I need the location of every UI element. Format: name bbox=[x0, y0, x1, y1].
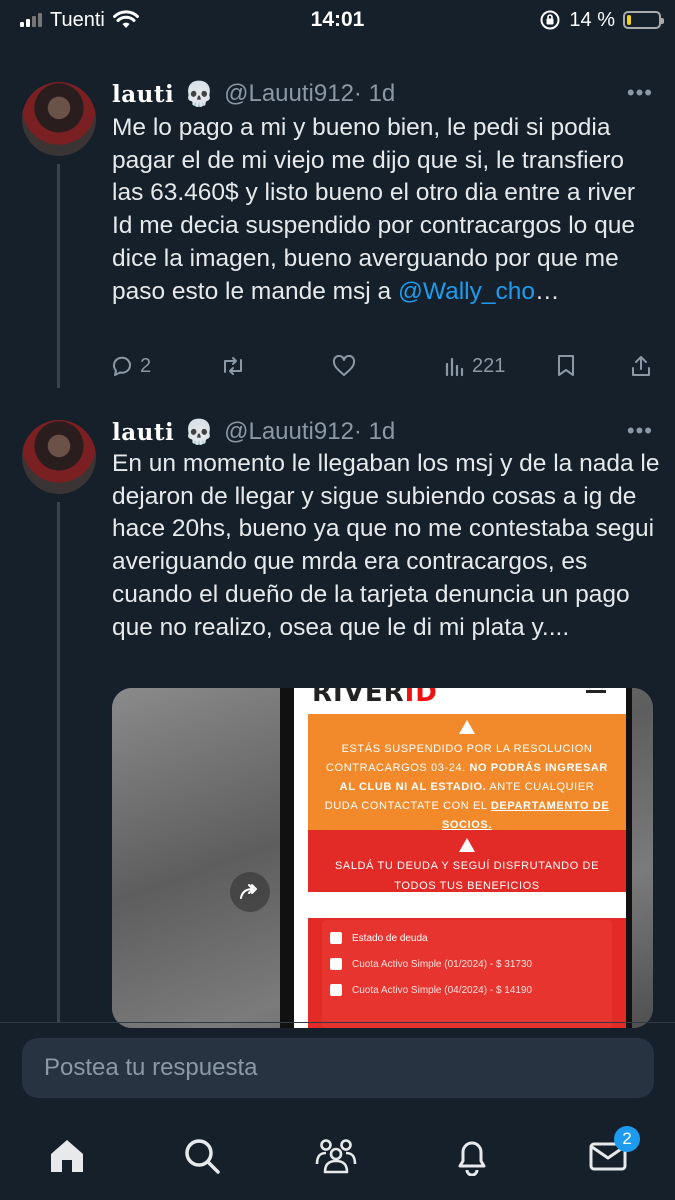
tweet[interactable]: lauti 💀 @Lauuti912· 1d ••• Me lo pago a … bbox=[0, 78, 675, 388]
tweet-time: · 1d bbox=[353, 80, 396, 107]
river-id-logo: RIVERID bbox=[312, 688, 438, 708]
menu-icon bbox=[586, 690, 606, 693]
status-bar: Tuenti 14:01 14 % bbox=[0, 0, 675, 40]
home-icon bbox=[51, 1140, 83, 1172]
tab-communities[interactable] bbox=[314, 1134, 358, 1178]
orientation-lock-icon bbox=[540, 10, 560, 30]
tweet-text: Me lo pago a mi y bueno bien, le pedi si… bbox=[112, 114, 635, 305]
mention-link[interactable]: @Wally_cho bbox=[398, 278, 535, 305]
signal-icon bbox=[20, 13, 42, 27]
communities-icon bbox=[315, 1139, 357, 1174]
reply-count: 2 bbox=[140, 354, 152, 377]
divider bbox=[0, 1022, 675, 1023]
debt-list: Estado de deuda Cuota Activo Simple (01/… bbox=[322, 920, 612, 1028]
debt-panel: SALDÁ TU DEUDA Y SEGUÍ DISFRUTANDO DE TO… bbox=[308, 830, 626, 1028]
bookmark-button[interactable] bbox=[556, 354, 576, 378]
retweet-button[interactable] bbox=[220, 355, 246, 377]
tweet-text: En un momento le llegaban los msj y de l… bbox=[112, 450, 660, 641]
reply-button[interactable]: 2 bbox=[110, 354, 151, 378]
battery-percent: 14 % bbox=[569, 8, 615, 31]
tweet-media-image[interactable]: RIVERID ESTÁS SUSPENDIDO POR LA RESOLUCI… bbox=[112, 688, 653, 1028]
warning-icon bbox=[459, 838, 475, 852]
analytics-icon bbox=[445, 357, 464, 377]
battery-icon bbox=[623, 11, 664, 29]
thread-line bbox=[57, 164, 60, 388]
share-icon bbox=[632, 356, 650, 376]
display-name[interactable]: lauti bbox=[112, 81, 174, 108]
user-handle[interactable]: @Lauuti912· 1d bbox=[224, 418, 395, 446]
debt-title: SALDÁ TU DEUDA Y SEGUÍ DISFRUTANDO DE TO… bbox=[334, 860, 600, 892]
bell-icon bbox=[458, 1141, 486, 1176]
display-name[interactable]: lauti bbox=[112, 419, 174, 446]
warning-icon bbox=[459, 720, 475, 734]
more-options-icon[interactable]: ••• bbox=[627, 418, 653, 444]
retweet-icon bbox=[224, 357, 242, 375]
forward-arrow-icon[interactable] bbox=[230, 872, 270, 912]
list-item: Cuota Activo Simple (01/2024) - $ 31730 bbox=[330, 958, 532, 970]
skull-emoji: 💀 bbox=[184, 418, 215, 446]
avatar[interactable] bbox=[22, 82, 96, 156]
thread-line bbox=[57, 502, 60, 1022]
bookmark-icon bbox=[558, 355, 574, 376]
bottom-tab-bar: 2 bbox=[0, 1120, 675, 1200]
suspension-warning: ESTÁS SUSPENDIDO POR LA RESOLUCION CONTR… bbox=[308, 714, 626, 831]
tab-notifications[interactable] bbox=[450, 1134, 494, 1178]
more-options-icon[interactable]: ••• bbox=[627, 80, 653, 106]
reply-input[interactable]: Postea tu respuesta bbox=[22, 1038, 654, 1098]
search-icon bbox=[185, 1139, 220, 1174]
wifi-icon bbox=[112, 10, 139, 28]
tab-search[interactable] bbox=[180, 1134, 224, 1178]
list-item: Estado de deuda bbox=[330, 932, 428, 944]
avatar[interactable] bbox=[22, 420, 96, 494]
carrier-name: Tuenti bbox=[50, 8, 105, 31]
phone-photo: RIVERID ESTÁS SUSPENDIDO POR LA RESOLUCI… bbox=[280, 688, 632, 1028]
messages-badge: 2 bbox=[614, 1126, 640, 1152]
list-item: Cuota Activo Simple (04/2024) - $ 14190 bbox=[330, 984, 532, 996]
tab-home[interactable] bbox=[45, 1134, 89, 1178]
user-handle[interactable]: @Lauuti912· 1d bbox=[224, 80, 395, 108]
reply-icon bbox=[113, 356, 131, 376]
tab-messages[interactable]: 2 bbox=[586, 1126, 640, 1178]
heart-icon bbox=[332, 355, 356, 376]
share-button[interactable] bbox=[630, 354, 652, 378]
tweet-time: · 1d bbox=[353, 418, 396, 445]
view-count: 221 bbox=[472, 354, 506, 377]
skull-emoji: 💀 bbox=[184, 80, 215, 108]
like-button[interactable] bbox=[332, 355, 356, 377]
views-button[interactable]: 221 bbox=[444, 355, 505, 378]
tweet-actions: 2 221 bbox=[110, 351, 658, 381]
